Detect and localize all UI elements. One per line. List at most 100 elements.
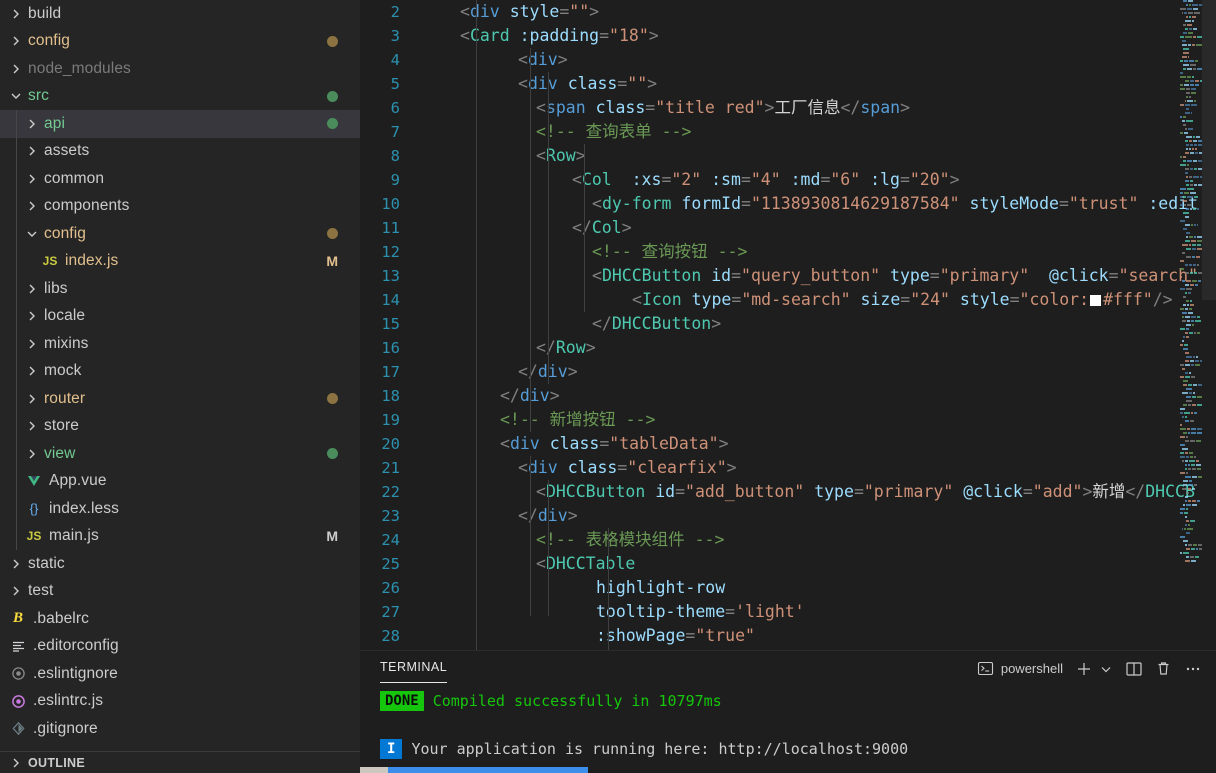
code-line[interactable]: <Row> xyxy=(412,144,1216,168)
tree-item-mixins[interactable]: mixins xyxy=(0,330,360,358)
code-line[interactable]: </Col> xyxy=(412,216,1216,240)
minimap-line xyxy=(1180,328,1202,331)
minimap-token xyxy=(1183,540,1189,542)
minimap-token xyxy=(1186,388,1193,390)
minimap-token xyxy=(1187,500,1192,502)
code-line[interactable]: <div class="clearfix"> xyxy=(412,456,1216,480)
code-line[interactable]: <!-- 查询按钮 --> xyxy=(412,240,1216,264)
code-line[interactable]: <!-- 查询表单 --> xyxy=(412,120,1216,144)
tree-item-view[interactable]: view xyxy=(0,440,360,468)
editor-scrollbar[interactable] xyxy=(1202,0,1216,650)
more-icon[interactable] xyxy=(1184,660,1202,678)
eslintignore-file-icon xyxy=(8,666,28,681)
tree-item-store[interactable]: store xyxy=(0,413,360,441)
chevron-down-icon[interactable] xyxy=(1099,662,1113,676)
split-icon[interactable] xyxy=(1125,660,1143,678)
tree-item-config[interactable]: config xyxy=(0,28,360,56)
tree-item--eslintignore[interactable]: .eslintignore xyxy=(0,660,360,688)
code-line[interactable]: <dy-form formId="1138930814629187584" st… xyxy=(412,192,1216,216)
file-tree[interactable]: build config node_modules src api assets commo… xyxy=(0,0,360,743)
tree-item-node-modules[interactable]: node_modules xyxy=(0,55,360,83)
code-content[interactable]: <div style=""> <Card :padding="18"> <div> <… xyxy=(412,0,1216,650)
minimap-token xyxy=(1180,452,1185,454)
minimap-token xyxy=(1186,148,1189,150)
minimap-token xyxy=(1180,288,1186,290)
code-line[interactable]: <DHCCTable xyxy=(412,552,1216,576)
code-line[interactable]: <Col :xs="2" :sm="4" :md="6" :lg="20"> xyxy=(412,168,1216,192)
code-line[interactable]: <Card :padding="18"> xyxy=(412,24,1216,48)
outline-section-header[interactable]: OUTLINE xyxy=(0,751,360,773)
minimap[interactable] xyxy=(1180,0,1202,650)
line-number: 28 xyxy=(381,627,400,645)
add-icon[interactable] xyxy=(1075,660,1093,678)
code-line[interactable]: highlight-row xyxy=(412,576,1216,600)
tree-item-index-less[interactable]: {} index.less xyxy=(0,495,360,523)
tree-item-locale[interactable]: locale xyxy=(0,303,360,331)
code-line[interactable]: <DHCCButton id="add_button" type="primar… xyxy=(412,480,1216,504)
code-line[interactable]: <!-- 新增按钮 --> xyxy=(412,408,1216,432)
tree-item-build[interactable]: build xyxy=(0,0,360,28)
code-token: div xyxy=(527,50,558,69)
tree-item--eslintrc-js[interactable]: .eslintrc.js xyxy=(0,688,360,716)
scrollbar-thumb[interactable] xyxy=(1202,0,1216,300)
code-line[interactable]: </div> xyxy=(412,504,1216,528)
tree-item-mock[interactable]: mock xyxy=(0,358,360,386)
terminal-output[interactable]: DONE Compiled successfully in 10797ms I You… xyxy=(360,686,1216,761)
code-line[interactable]: </div> xyxy=(412,360,1216,384)
minimap-token xyxy=(1187,68,1193,70)
tree-item-components[interactable]: components xyxy=(0,193,360,221)
minimap-token xyxy=(1181,340,1184,342)
minimap-token xyxy=(1183,380,1188,382)
minimap-token xyxy=(1187,528,1194,530)
minimap-token xyxy=(1193,208,1197,210)
code-token: </ xyxy=(840,98,861,117)
tree-item-router[interactable]: router xyxy=(0,385,360,413)
code-line[interactable]: <div class=""> xyxy=(412,72,1216,96)
code-line[interactable]: <div> xyxy=(412,48,1216,72)
code-line[interactable]: <Icon type="md-search" size="24" style="… xyxy=(412,288,1216,312)
minimap-line xyxy=(1180,520,1202,523)
tree-item-test[interactable]: test xyxy=(0,578,360,606)
code-line[interactable]: </div> xyxy=(412,384,1216,408)
tree-item-index-js[interactable]: JS index.js M xyxy=(0,248,360,276)
minimap-line xyxy=(1180,568,1202,571)
line-number: 20 xyxy=(381,435,400,453)
minimap-line xyxy=(1180,424,1202,427)
code-line[interactable]: <div class="tableData"> xyxy=(412,432,1216,456)
shell-selector[interactable]: powershell xyxy=(977,660,1063,677)
minimap-token xyxy=(1182,156,1186,158)
tree-item-assets[interactable]: assets xyxy=(0,138,360,166)
code-line[interactable]: <div style=""> xyxy=(412,0,1216,24)
trash-icon[interactable] xyxy=(1155,660,1172,677)
minimap-token xyxy=(1187,204,1192,206)
tree-item-libs[interactable]: libs xyxy=(0,275,360,303)
tree-item--editorconfig[interactable]: .editorconfig xyxy=(0,633,360,661)
code-line[interactable]: <!-- 表格模块组件 --> xyxy=(412,528,1216,552)
tab-terminal[interactable]: TERMINAL xyxy=(380,654,448,683)
tree-item-src[interactable]: src xyxy=(0,83,360,111)
code-editor[interactable]: 2 3 4 5 6 7 8 9 10 11 12 13 14 15 16 17 18 19 20 21 22 23 24 25… xyxy=(360,0,1216,650)
minimap-token xyxy=(1182,116,1186,118)
tree-item-api[interactable]: api xyxy=(0,110,360,138)
code-line[interactable]: </DHCCButton> xyxy=(412,312,1216,336)
tree-item-label: common xyxy=(44,169,105,187)
code-line[interactable]: <DHCCButton id="query_button" type="prim… xyxy=(412,264,1216,288)
line-number: 15 xyxy=(381,315,400,333)
tree-item-common[interactable]: common xyxy=(0,165,360,193)
minimap-token xyxy=(1180,512,1184,514)
code-line[interactable]: :showPage="true" xyxy=(412,624,1216,648)
code-line[interactable]: <span class="title red">工厂信息</span> xyxy=(412,96,1216,120)
tree-item-config[interactable]: config xyxy=(0,220,360,248)
minimap-token xyxy=(1192,160,1198,162)
tree-item--gitignore[interactable]: .gitignore xyxy=(0,715,360,743)
code-line[interactable]: tooltip-theme='light' xyxy=(412,600,1216,624)
tree-item-static[interactable]: static xyxy=(0,550,360,578)
tree-item--babelrc[interactable]: B .babelrc xyxy=(0,605,360,633)
tree-item-app-vue[interactable]: App.vue xyxy=(0,468,360,496)
code-token: div xyxy=(509,434,540,453)
tree-item-main-js[interactable]: JS main.js M xyxy=(0,523,360,551)
code-line[interactable]: </Row> xyxy=(412,336,1216,360)
